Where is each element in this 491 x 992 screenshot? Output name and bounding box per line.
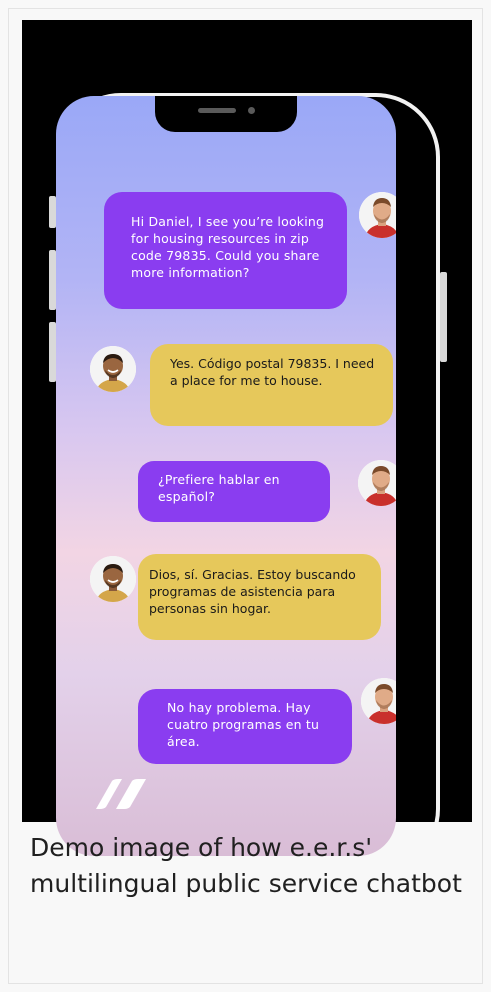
bot-avatar-icon <box>361 678 396 724</box>
double-slash-logo-icon <box>94 779 148 813</box>
phone-side-button <box>49 196 56 228</box>
bot-message-bubble: No hay problema. Hay cuatro programas en… <box>138 689 352 764</box>
phone-side-button <box>49 322 56 382</box>
bot-message-bubble: ¿Prefiere hablar en español? <box>138 461 330 522</box>
chat-screen: Hi Daniel, I see you’re looking for hous… <box>56 96 396 856</box>
user-message-bubble: Dios, sí. Gracias. Estoy buscando progra… <box>138 554 381 640</box>
phone-notch <box>155 96 297 132</box>
user-avatar-icon <box>90 346 136 392</box>
image-caption: Demo image of how e.e.r.s' multilingual … <box>30 833 462 898</box>
camera-icon <box>248 107 255 114</box>
user-avatar-icon <box>90 556 136 602</box>
user-message-bubble: Yes. Código postal 79835. I need a place… <box>150 344 393 426</box>
bot-message-bubble: Hi Daniel, I see you’re looking for hous… <box>104 192 347 309</box>
bot-avatar-icon <box>359 192 396 238</box>
phone-side-button <box>49 250 56 310</box>
bot-avatar-icon <box>358 460 396 506</box>
speaker-grille <box>198 108 236 113</box>
phone-side-button <box>440 272 447 362</box>
